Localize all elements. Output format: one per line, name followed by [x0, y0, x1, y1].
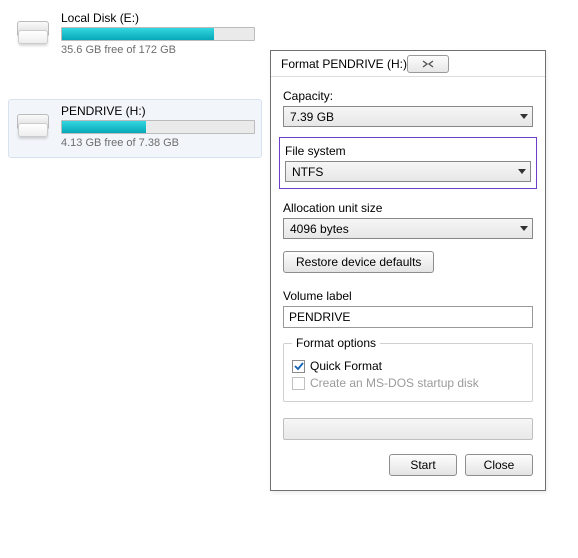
close-icon[interactable]	[407, 55, 449, 73]
format-progress	[283, 418, 533, 440]
dialog-title: Format PENDRIVE (H:)	[281, 57, 407, 71]
drive-usage-bar	[61, 27, 255, 41]
drive-free-text: 35.6 GB free of 172 GB	[61, 44, 255, 56]
capacity-select[interactable]: 7.39 GB	[283, 106, 533, 127]
checkbox-icon	[292, 360, 305, 373]
drive-item[interactable]: PENDRIVE (H:) 4.13 GB free of 7.38 GB	[8, 99, 262, 158]
capacity-value: 7.39 GB	[290, 110, 334, 124]
drive-icon	[15, 21, 51, 49]
volume-label-input[interactable]: PENDRIVE	[283, 306, 533, 328]
format-options-group: Format options Quick Format Create an MS…	[283, 336, 533, 402]
chevron-down-icon	[520, 226, 528, 231]
start-button[interactable]: Start	[389, 454, 457, 476]
msdos-checkbox: Create an MS-DOS startup disk	[292, 376, 524, 390]
quick-format-label: Quick Format	[310, 359, 382, 373]
file-system-group: File system NTFS	[279, 137, 537, 189]
allocation-unit-label: Allocation unit size	[283, 201, 533, 215]
chevron-down-icon	[520, 114, 528, 119]
drive-usage-bar	[61, 120, 255, 134]
capacity-label: Capacity:	[283, 89, 533, 103]
file-system-label: File system	[285, 144, 531, 158]
volume-label-label: Volume label	[283, 289, 533, 303]
checkbox-icon	[292, 377, 305, 390]
volume-label-value: PENDRIVE	[289, 310, 350, 324]
drive-icon	[15, 114, 51, 142]
restore-defaults-button[interactable]: Restore device defaults	[283, 251, 434, 273]
quick-format-checkbox[interactable]: Quick Format	[292, 359, 524, 373]
drive-item[interactable]: Local Disk (E:) 35.6 GB free of 172 GB	[8, 6, 262, 65]
allocation-unit-select[interactable]: 4096 bytes	[283, 218, 533, 239]
format-options-legend: Format options	[292, 336, 380, 350]
drive-list: Local Disk (E:) 35.6 GB free of 172 GB PEN…	[0, 0, 262, 158]
file-system-value: NTFS	[292, 165, 323, 179]
titlebar: Format PENDRIVE (H:)	[271, 51, 545, 77]
drive-name: Local Disk (E:)	[61, 11, 255, 25]
drive-free-text: 4.13 GB free of 7.38 GB	[61, 137, 255, 149]
file-system-select[interactable]: NTFS	[285, 161, 531, 182]
format-dialog: Format PENDRIVE (H:) Capacity: 7.39 GB F…	[270, 50, 546, 491]
drive-name: PENDRIVE (H:)	[61, 104, 255, 118]
close-button[interactable]: Close	[465, 454, 533, 476]
chevron-down-icon	[518, 169, 526, 174]
msdos-label: Create an MS-DOS startup disk	[310, 376, 479, 390]
allocation-unit-value: 4096 bytes	[290, 222, 349, 236]
